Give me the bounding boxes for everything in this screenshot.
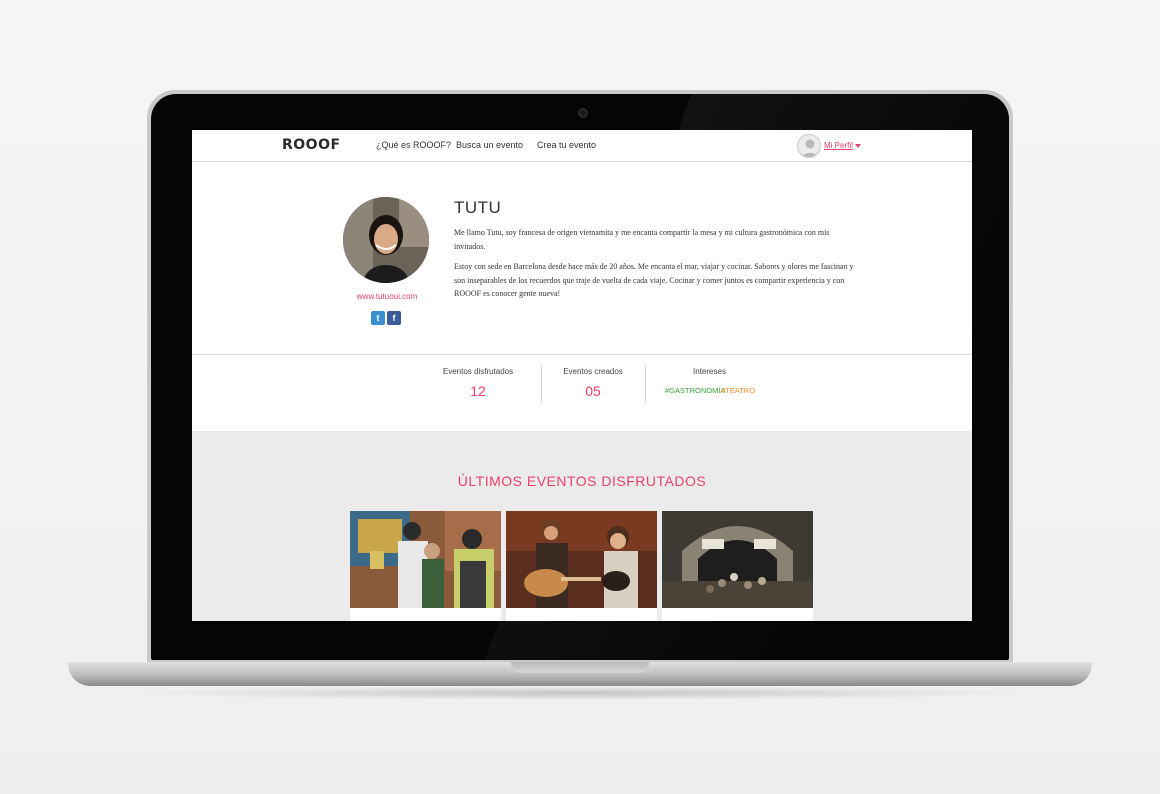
user-avatar[interactable] — [797, 134, 821, 158]
events-section-title: ÚLTIMOS EVENTOS DISFRUTADOS — [457, 473, 707, 489]
stat-value-created: 05 — [585, 383, 601, 399]
my-profile-link[interactable]: Mi Perfil — [824, 141, 853, 150]
section-divider — [192, 354, 972, 355]
stat-label-created: Eventos creados — [563, 367, 623, 376]
website-link[interactable]: www.tutuoui.com — [342, 292, 432, 301]
event-card-image[interactable] — [662, 511, 813, 608]
stat-separator — [541, 365, 542, 403]
camera-icon — [578, 108, 588, 118]
stat-label-interests: Intereses — [693, 367, 726, 376]
brand-logo[interactable]: ROOOF — [282, 137, 341, 153]
bio-paragraph-1: Me llamo Tutu, soy francesa de origen vi… — [454, 228, 830, 251]
nav-link-search-event[interactable]: Busca un evento — [456, 140, 523, 150]
event-card[interactable] — [350, 511, 501, 621]
chevron-down-icon[interactable] — [855, 144, 861, 148]
profile-name: TUTU — [454, 198, 502, 217]
twitter-icon[interactable]: t — [371, 311, 385, 325]
event-card[interactable] — [506, 511, 657, 621]
laptop-notch — [511, 662, 649, 673]
user-silhouette-icon — [801, 139, 819, 157]
profile-photo — [343, 197, 429, 283]
top-navbar: ROOOF ¿Qué es ROOOF? Busca un evento Cre… — [192, 130, 972, 162]
stat-separator — [645, 365, 646, 403]
event-card[interactable] — [662, 511, 813, 621]
facebook-icon[interactable]: f — [387, 311, 401, 325]
stat-label-enjoyed: Eventos disfrutados — [442, 367, 514, 376]
browser-screen: ROOOF ¿Qué es ROOOF? Busca un evento Cre… — [192, 130, 972, 621]
laptop-shadow — [120, 686, 1040, 700]
nav-link-what-is[interactable]: ¿Qué es ROOOF? — [376, 140, 451, 150]
event-card-image[interactable] — [506, 511, 657, 608]
interest-tag-theatre[interactable]: #TEATRO — [721, 386, 755, 395]
event-card-image[interactable] — [350, 511, 501, 608]
nav-link-create-event[interactable]: Crea tu evento — [537, 140, 596, 150]
bio-paragraph-2: Estoy con sede en Barcelona desde hace m… — [454, 262, 854, 298]
stat-value-enjoyed: 12 — [470, 383, 486, 399]
interest-tag-gastronomy[interactable]: #GASTRONOMÍA — [665, 386, 725, 395]
